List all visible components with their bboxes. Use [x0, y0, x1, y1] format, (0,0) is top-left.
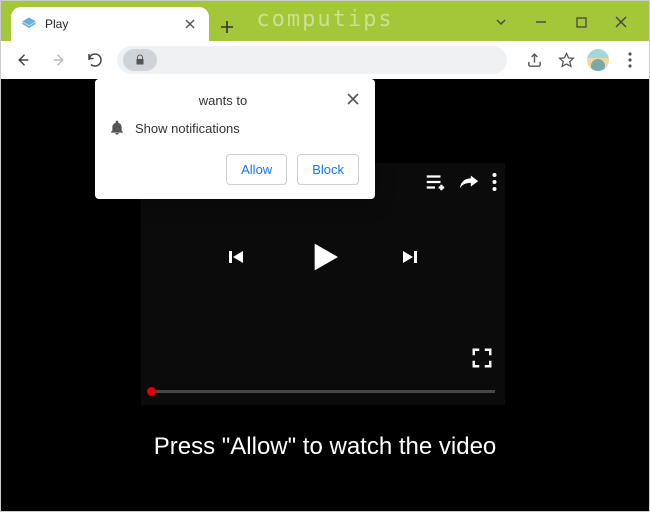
fullscreen-icon[interactable]: [471, 347, 493, 369]
forward-button[interactable]: [45, 46, 73, 74]
player-menu-dots-icon[interactable]: [492, 172, 497, 192]
bookmark-star-icon[interactable]: [555, 49, 577, 71]
browser-tab[interactable]: Play: [11, 7, 209, 41]
reload-button[interactable]: [81, 46, 109, 74]
tab-title: Play: [45, 17, 181, 31]
toolbar-right: [523, 49, 641, 71]
notification-permission-popup: wants to Show notifications Allow Block: [95, 79, 375, 199]
page-caption: Press "Allow" to watch the video: [1, 433, 649, 461]
tab-close-icon[interactable]: [181, 19, 199, 29]
previous-track-icon[interactable]: [223, 245, 247, 269]
back-button[interactable]: [9, 46, 37, 74]
tab-favicon-icon: [21, 16, 37, 32]
window-dropdown-icon[interactable]: [481, 9, 521, 35]
share-arrow-icon[interactable]: [458, 171, 480, 193]
menu-dots-icon[interactable]: [619, 49, 641, 71]
allow-button[interactable]: Allow: [226, 154, 287, 185]
progress-bar[interactable]: [151, 390, 495, 393]
popup-wants-to-text: wants to: [109, 93, 347, 108]
share-icon[interactable]: [523, 49, 545, 71]
popup-close-icon[interactable]: [347, 93, 359, 108]
minimize-icon[interactable]: [521, 9, 561, 35]
browser-toolbar: [1, 41, 649, 79]
maximize-icon[interactable]: [561, 9, 601, 35]
address-bar[interactable]: [117, 46, 507, 74]
new-tab-button[interactable]: [219, 19, 235, 35]
profile-avatar-icon[interactable]: [587, 49, 609, 71]
queue-add-icon[interactable]: [424, 171, 446, 193]
window-close-icon[interactable]: [601, 9, 641, 35]
play-icon[interactable]: [303, 237, 343, 277]
progress-handle-icon[interactable]: [147, 387, 156, 396]
window-titlebar: Play computips: [1, 1, 649, 41]
popup-permission-text: Show notifications: [135, 121, 240, 136]
watermark-text: computips: [256, 7, 393, 32]
bell-icon: [109, 120, 125, 136]
page-content: wants to Show notifications Allow Block: [1, 79, 649, 511]
video-player[interactable]: [141, 163, 505, 405]
site-info-lock-icon[interactable]: [123, 49, 157, 71]
window-controls: [481, 9, 641, 35]
block-button[interactable]: Block: [297, 154, 359, 185]
next-track-icon[interactable]: [399, 245, 423, 269]
